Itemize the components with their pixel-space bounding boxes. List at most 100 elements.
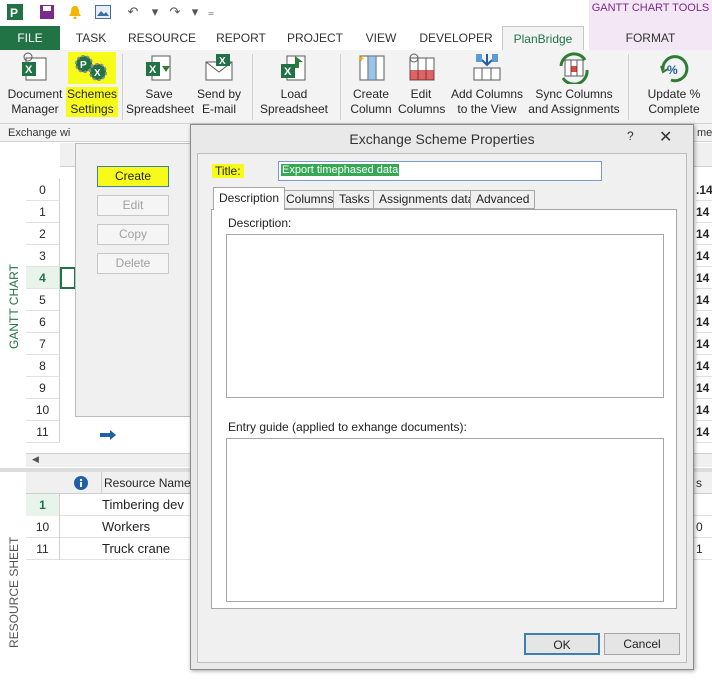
entry-guide-textarea[interactable] bbox=[226, 438, 664, 602]
dialog-body: Title: Export timephased data Descriptio… bbox=[197, 153, 687, 663]
document-manager-label-1: Document bbox=[7, 87, 63, 101]
tab-developer[interactable]: DEVELOPER bbox=[414, 26, 498, 50]
resource-name-cell[interactable]: Truck crane bbox=[102, 538, 170, 560]
save-spreadsheet-label-1: Save bbox=[145, 87, 173, 101]
ok-button[interactable]: OK bbox=[524, 633, 600, 655]
image-icon[interactable] bbox=[94, 3, 112, 21]
schemes-gear-icon: PX bbox=[68, 52, 116, 84]
create-column-button[interactable]: ✦ Create Column bbox=[346, 52, 396, 117]
gantt-row-number[interactable]: 5 bbox=[26, 289, 60, 311]
load-spreadsheet-label-2: Spreadsheet bbox=[259, 102, 329, 116]
contextual-tab-group: GANTT CHART TOOLS FORMAT bbox=[589, 0, 712, 50]
undo-dropdown-icon[interactable]: ▾ bbox=[146, 3, 164, 21]
undo-icon[interactable]: ↶ bbox=[124, 3, 142, 21]
load-spreadsheet-button[interactable]: X Load Spreadsheet bbox=[258, 52, 330, 117]
gantt-right-cell: 14 bbox=[696, 421, 712, 443]
edit-columns-button[interactable]: Edit Columns bbox=[398, 52, 446, 117]
scroll-left-icon[interactable]: ◀ bbox=[32, 454, 39, 465]
gantt-row-number[interactable]: 8 bbox=[26, 355, 60, 377]
tab-description[interactable]: Description bbox=[213, 187, 286, 210]
tab-tasks[interactable]: Tasks bbox=[333, 190, 376, 209]
gantt-right-cell: .14 bbox=[696, 179, 712, 201]
sync-icon bbox=[557, 52, 591, 86]
dialog-title: Exchange Scheme Properties bbox=[349, 131, 535, 147]
tab-task[interactable]: TASK bbox=[66, 26, 116, 50]
copy-scheme-button[interactable]: Copy bbox=[97, 224, 169, 245]
edit-columns-label-2: Columns bbox=[398, 102, 446, 116]
gantt-row-number[interactable]: 7 bbox=[26, 333, 60, 355]
redo-icon[interactable]: ↷ bbox=[166, 3, 184, 21]
edit-scheme-button[interactable]: Edit bbox=[97, 195, 169, 216]
ribbon: X Document Manager PX Schemes Settings X… bbox=[0, 50, 712, 124]
help-icon[interactable]: ? bbox=[627, 129, 634, 143]
gantt-row-number[interactable]: 3 bbox=[26, 245, 60, 267]
svg-text:%: % bbox=[667, 63, 678, 77]
gantt-right-cell: 14 bbox=[696, 399, 712, 421]
title-input[interactable]: Export timephased data bbox=[278, 161, 602, 181]
dialog-titlebar[interactable]: Exchange Scheme Properties ? ✕ bbox=[191, 125, 693, 153]
create-scheme-button[interactable]: Create bbox=[97, 166, 169, 187]
gantt-row-number[interactable]: 0 bbox=[26, 179, 60, 201]
schemes-settings-label-2: Settings bbox=[66, 102, 118, 117]
resource-name-cell[interactable]: Workers bbox=[102, 516, 150, 538]
excel-spreadsheet-icon: X bbox=[18, 52, 52, 84]
gantt-row-number[interactable]: 1 bbox=[26, 201, 60, 223]
save-spreadsheet-button[interactable]: X Save Spreadsheet bbox=[126, 52, 194, 117]
save-icon[interactable] bbox=[38, 3, 56, 21]
tab-assignments-data[interactable]: Assignments data bbox=[373, 190, 481, 209]
customize-toolbar-icon[interactable]: ₌ bbox=[202, 3, 220, 21]
gantt-row-number[interactable]: 4 bbox=[26, 267, 60, 289]
selected-cell[interactable] bbox=[60, 267, 76, 289]
gantt-row-number[interactable]: 6 bbox=[26, 311, 60, 333]
svg-text:X: X bbox=[149, 64, 157, 76]
tab-format[interactable]: FORMAT bbox=[589, 26, 712, 50]
gantt-row-number[interactable]: 2 bbox=[26, 223, 60, 245]
update-percent-icon: % bbox=[657, 52, 691, 84]
exchange-schemes-dialog: Create Edit Copy Delete bbox=[75, 143, 193, 417]
tab-file[interactable]: FILE bbox=[0, 26, 60, 50]
contextual-group-title: GANTT CHART TOOLS bbox=[591, 2, 710, 14]
send-email-label-2: E-mail bbox=[201, 102, 236, 116]
project-app-icon: P bbox=[6, 3, 24, 21]
add-columns-label-2: to the View bbox=[457, 102, 517, 116]
gantt-row-number[interactable]: 9 bbox=[26, 377, 60, 399]
schemes-settings-button[interactable]: PX Schemes Settings bbox=[66, 52, 118, 117]
tab-advanced[interactable]: Advanced bbox=[470, 190, 536, 209]
cancel-button[interactable]: Cancel bbox=[604, 633, 680, 655]
description-textarea[interactable] bbox=[226, 234, 664, 398]
tab-columns[interactable]: Columns bbox=[280, 190, 340, 209]
tab-report[interactable]: REPORT bbox=[208, 26, 274, 50]
resource-right-cell: 0 bbox=[696, 520, 703, 534]
update-complete-label-2: Complete bbox=[648, 102, 700, 116]
update-percent-complete-button[interactable]: % Update % Complete bbox=[640, 52, 708, 117]
bell-icon[interactable] bbox=[66, 3, 84, 21]
tab-planbridge[interactable]: PlanBridge bbox=[502, 26, 584, 50]
resource-sheet-label: RESOURCE SHEET bbox=[7, 536, 21, 648]
exchange-scheme-properties-dialog: Exchange Scheme Properties ? ✕ Title: Ex… bbox=[190, 124, 694, 670]
gantt-right-cell: 14 bbox=[696, 289, 712, 311]
add-columns-to-view-button[interactable]: Add Columns to the View bbox=[448, 52, 526, 117]
ribbon-separator bbox=[340, 54, 341, 120]
add-columns-icon bbox=[470, 52, 504, 84]
gantt-row-number[interactable]: 10 bbox=[26, 399, 60, 421]
sync-columns-assignments-button[interactable]: Sync Columns and Assignments bbox=[526, 52, 622, 117]
sync-columns-label-1: Sync Columns bbox=[535, 87, 613, 101]
tab-view[interactable]: VIEW bbox=[356, 26, 406, 50]
row-number: 10 bbox=[26, 516, 60, 538]
gantt-right-cell: 14 bbox=[696, 245, 712, 267]
resource-name-header[interactable]: Resource Name bbox=[104, 472, 191, 494]
document-manager-button[interactable]: X Document Manager bbox=[4, 52, 66, 117]
schemes-settings-label-1: Schemes bbox=[66, 87, 118, 102]
tab-project[interactable]: PROJECT bbox=[282, 26, 348, 50]
title-label: Title: bbox=[212, 164, 244, 178]
delete-scheme-button[interactable]: Delete bbox=[97, 253, 169, 274]
svg-text:✦: ✦ bbox=[357, 54, 365, 65]
send-email-label-1: Send by bbox=[196, 87, 242, 101]
resource-name-cell[interactable]: Timbering dev bbox=[102, 494, 184, 516]
close-icon[interactable]: ✕ bbox=[659, 127, 672, 147]
tab-resource[interactable]: RESOURCE bbox=[124, 26, 200, 50]
svg-text:X: X bbox=[219, 56, 226, 67]
gantt-row-number[interactable]: 11 bbox=[26, 421, 60, 443]
send-by-email-button[interactable]: X Send by E-mail bbox=[192, 52, 246, 117]
gantt-right-cell: 14 bbox=[696, 267, 712, 289]
